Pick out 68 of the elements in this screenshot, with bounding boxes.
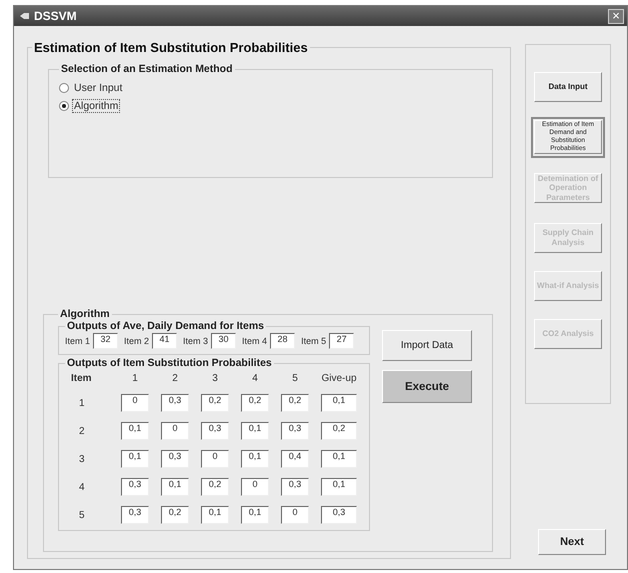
demand-field[interactable]: 30 — [211, 333, 236, 349]
group-title: Estimation of Item Substitution Probabilities — [33, 40, 309, 55]
probability-field[interactable]: 0,2 — [201, 478, 229, 496]
column-header: Give-up — [321, 373, 357, 384]
probability-field[interactable]: 0,3 — [281, 478, 309, 496]
probability-field[interactable]: 0 — [121, 394, 149, 412]
probability-field[interactable]: 0,1 — [321, 478, 357, 496]
close-button[interactable]: × — [608, 8, 624, 24]
radio-button[interactable] — [59, 101, 69, 111]
probability-field[interactable]: 0,2 — [201, 394, 229, 412]
action-button[interactable]: Execute — [382, 370, 472, 403]
column-header: 4 — [251, 373, 259, 384]
column-header: Item — [70, 373, 93, 384]
column-header: 3 — [211, 373, 219, 384]
column-header: 1 — [131, 373, 139, 384]
row-label: 2 — [78, 426, 86, 436]
next-button[interactable]: Next — [538, 529, 606, 555]
column-header: 5 — [291, 373, 299, 384]
column-header: 2 — [171, 373, 179, 384]
group-title: Algorithm — [59, 308, 110, 320]
probability-field[interactable]: 0,2 — [161, 506, 189, 524]
item-label: Item 2 — [124, 336, 150, 346]
item-label: Item 3 — [183, 336, 208, 346]
probability-field[interactable]: 0 — [201, 450, 229, 468]
probability-field[interactable]: 0 — [281, 506, 309, 524]
probability-field[interactable]: 0,1 — [201, 506, 229, 524]
probability-field[interactable]: 0 — [241, 478, 269, 496]
probability-field[interactable]: 0,2 — [241, 394, 269, 412]
radio-button[interactable] — [59, 83, 69, 93]
probability-field[interactable]: 0,2 — [321, 422, 357, 440]
row-label: 5 — [78, 510, 86, 520]
action-button[interactable]: Import Data — [382, 330, 472, 361]
row-label: 1 — [78, 398, 86, 408]
row-label: 4 — [78, 482, 86, 492]
radio-label[interactable]: Algorithm — [72, 99, 120, 113]
probability-field[interactable]: 0,3 — [121, 478, 149, 496]
probability-field[interactable]: 0,3 — [201, 422, 229, 440]
probability-field[interactable]: 0,3 — [281, 422, 309, 440]
radio-label[interactable]: User Input — [72, 81, 124, 95]
item-label: Item 4 — [242, 336, 268, 346]
group-title: Outputs of Ave, Daily Demand for Items — [66, 320, 266, 332]
demand-field[interactable]: 41 — [152, 333, 178, 349]
probability-field[interactable]: 0,3 — [121, 506, 149, 524]
nav-button[interactable]: Data Input — [534, 72, 602, 102]
probability-field[interactable]: 0,3 — [321, 506, 357, 524]
probability-field[interactable]: 0,1 — [241, 422, 269, 440]
app-icon — [20, 12, 29, 20]
demand-field[interactable]: 32 — [93, 333, 118, 349]
probability-field[interactable]: 0,1 — [241, 506, 269, 524]
probability-field[interactable]: 0,1 — [121, 450, 149, 468]
row-label: 3 — [78, 454, 86, 464]
item-label: Item 5 — [301, 336, 326, 346]
group-title: Selection of an Estimation Method — [60, 63, 234, 75]
probability-field[interactable]: 0,1 — [121, 422, 149, 440]
probability-field[interactable]: 0,1 — [161, 478, 189, 496]
window-title: DSSVM — [34, 9, 78, 23]
probability-field[interactable]: 0,2 — [281, 394, 309, 412]
demand-field[interactable]: 27 — [329, 333, 354, 349]
demand-field[interactable]: 28 — [270, 333, 296, 349]
probability-field[interactable]: 0,1 — [241, 450, 269, 468]
probability-field[interactable]: 0,4 — [281, 450, 309, 468]
probability-field[interactable]: 0,3 — [161, 394, 189, 412]
item-label: Item 1 — [65, 336, 90, 346]
probability-field[interactable]: 0,3 — [161, 450, 189, 468]
group-title: Outputs of Item Substitution Probabilites — [66, 357, 273, 369]
probability-field[interactable]: 0 — [161, 422, 189, 440]
probability-field[interactable]: 0,1 — [321, 394, 357, 412]
probability-field[interactable]: 0,1 — [321, 450, 357, 468]
